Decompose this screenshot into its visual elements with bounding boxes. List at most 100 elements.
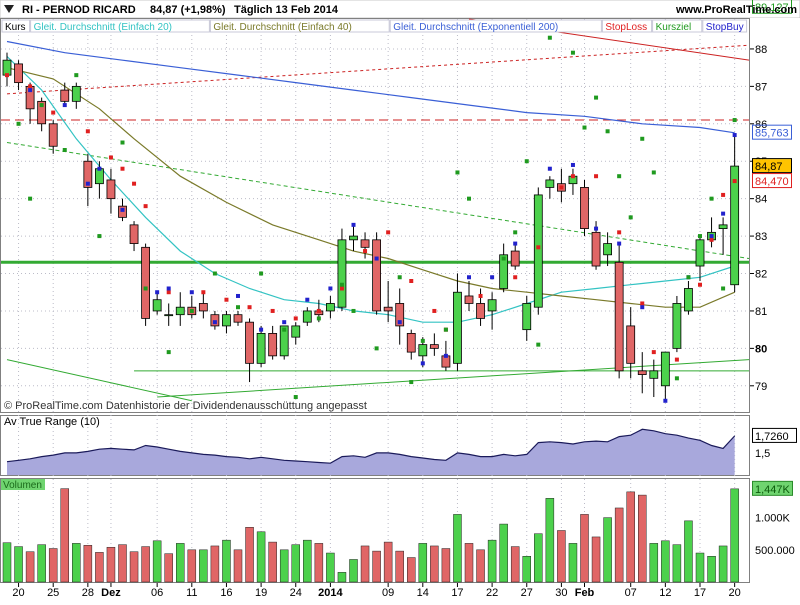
time-tick-label: 28 [82,587,94,599]
volume-bar [141,546,150,583]
volume-bar [222,539,231,583]
volume-bar [37,544,46,583]
candle-body [106,179,116,200]
volume-bar [326,552,335,583]
price-panel [0,18,750,413]
legend-item: StopLoss [605,22,647,33]
candle-body [60,89,70,102]
candle-body [533,194,543,308]
marker-stopbuy [212,320,217,325]
candle-body [198,303,208,312]
time-tick-label: Feb [575,587,595,599]
marker-stopbuy [85,181,90,186]
header-price-change: 84,87 (+1,98%) [150,4,226,16]
candle-body [580,187,589,230]
marker-target [582,125,587,130]
time-tick-label: 11 [186,587,197,599]
candle-body [660,351,670,387]
marker-target [617,174,622,179]
header-symbol: RI - PERNOD RICARD [22,4,136,16]
marker-target [420,338,425,343]
marker-stopbuy [166,286,171,291]
marker-stopbuy [547,166,552,171]
candle-body [129,224,139,244]
volume-bar [337,572,347,583]
marker-stoploss [536,245,541,250]
candle-body [684,288,693,312]
marker-stopbuy [467,275,471,280]
marker-stoploss [224,297,229,302]
volume-bar [233,549,243,583]
marker-target [721,286,726,291]
volume-bar [303,539,312,583]
time-tick-label: 24 [290,587,302,599]
volume-title: Volumen [3,480,42,491]
volume-bar [707,556,716,583]
volume-bar [730,488,739,583]
volume-bar [279,549,289,583]
volume-bar [360,545,370,583]
price-tick-label: 82 [755,269,767,281]
candle-body [418,344,428,357]
marker-target [293,395,298,400]
volume-bar [672,544,682,583]
candle-body [406,332,416,353]
marker-stoploss [166,290,171,295]
candle-body [291,325,301,338]
volume-bar [314,543,324,583]
candle-body [14,63,23,84]
volume-bar [695,552,705,583]
marker-target [16,121,21,126]
marker-target [143,286,148,291]
marker-stopbuy [259,327,264,332]
marker-target [628,215,633,220]
volume-bar [291,544,300,583]
price-tick-label: 81 [755,306,767,318]
volume-bar [14,546,23,583]
volume-bar [60,488,69,583]
candle-body [453,291,462,364]
marker-stoploss [617,230,622,235]
marker-target [524,159,529,164]
marker-target [397,275,402,280]
price-label: 84,87 [755,161,783,173]
marker-stoploss [339,286,344,291]
volume-bar [106,546,116,583]
marker-stoploss [28,84,33,89]
volume-bar [118,544,127,583]
marker-target [640,136,645,141]
candle-body [349,235,358,241]
marker-stopbuy [594,226,599,231]
marker-target [259,271,264,276]
marker-stoploss [732,179,737,184]
marker-target [282,327,287,332]
volume-bar [2,542,12,583]
candle-body [175,306,185,316]
marker-stopbuy [62,103,67,108]
marker-stoploss [594,174,599,179]
marker-stoploss [478,293,483,298]
marker-stoploss [247,305,252,310]
marker-target [674,376,679,381]
volume-bar [245,527,254,583]
marker-stopbuy [328,286,333,291]
marker-stopbuy [282,320,287,325]
candle-body [152,299,162,312]
volume-bar [176,543,185,583]
time-tick-label: Dez [101,587,121,599]
marker-stopbuy [709,234,714,239]
volume-bar [626,491,635,583]
time-tick-label: 06 [151,587,163,599]
marker-target [698,234,702,239]
volume-bar [256,531,266,583]
chart-window: 7980818283848586878889,12785,76384,8784,… [0,0,800,600]
volume-bar [164,553,173,583]
marker-target [547,35,552,40]
time-tick-label: 2014 [318,587,343,599]
volume-bar [638,494,647,583]
price-tick-label: 87 [755,81,767,93]
marker-target [594,95,599,100]
marker-target [166,350,171,355]
candle-body [591,231,601,267]
marker-stoploss [5,73,9,78]
